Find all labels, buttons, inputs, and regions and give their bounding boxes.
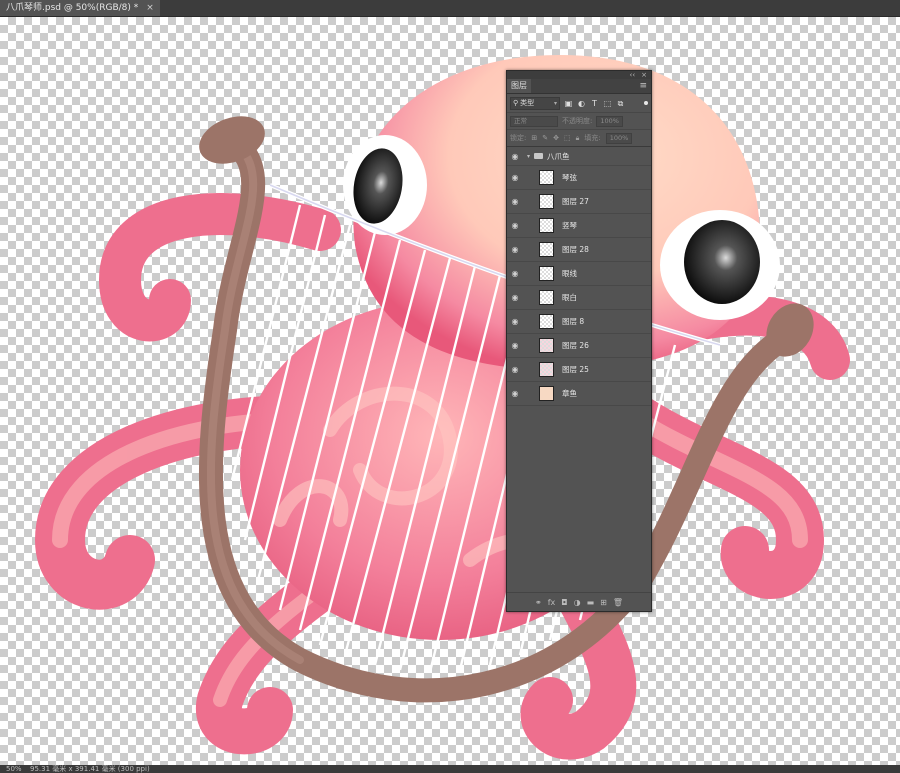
fill-input[interactable]: 100% bbox=[605, 132, 633, 144]
eye-icon[interactable]: ◉ bbox=[507, 293, 523, 302]
layer-group-name: 八爪鱼 bbox=[547, 151, 570, 161]
document-dimensions: 95.31 毫米 x 391.41 毫米 (300 ppi) bbox=[30, 765, 150, 773]
layer-row[interactable]: ◉ 眼线 bbox=[507, 262, 651, 286]
layer-name: 眼白 bbox=[562, 293, 577, 302]
shape-filter-icon[interactable]: ⬚ bbox=[603, 99, 612, 108]
close-icon[interactable]: × bbox=[146, 0, 154, 16]
layer-thumbnail bbox=[539, 362, 554, 377]
lock-position-icon[interactable]: ✥ bbox=[553, 134, 559, 142]
chevron-down-icon: ▾ bbox=[553, 99, 557, 107]
link-icon[interactable]: ⚭ bbox=[535, 598, 542, 607]
smart-object-filter-icon[interactable]: ⧉ bbox=[616, 99, 625, 108]
layer-row[interactable]: ◉ 图层 26 bbox=[507, 334, 651, 358]
document-tab-title: 八爪琴师.psd @ 50%(RGB/8) * bbox=[6, 3, 139, 13]
lock-fill-row: 锁定: ⊞ ✎ ✥ ⬚ 🔒︎ 填充: 100% bbox=[507, 130, 651, 147]
layer-name: 琴弦 bbox=[562, 173, 577, 182]
folder-icon bbox=[534, 153, 544, 159]
opacity-input[interactable]: 100% bbox=[596, 115, 623, 127]
layer-name: 章鱼 bbox=[562, 389, 577, 398]
layer-name: 图层 8 bbox=[562, 317, 585, 326]
layer-row[interactable]: ◉ 图层 28 bbox=[507, 238, 651, 262]
eye-icon[interactable]: ◉ bbox=[507, 197, 523, 206]
layer-name: 图层 26 bbox=[562, 341, 589, 350]
hamburger-menu-icon[interactable]: ≡ bbox=[639, 81, 651, 91]
layer-row[interactable]: ◉ 图层 8 bbox=[507, 310, 651, 334]
panel-title-strip: ‹‹ × bbox=[507, 71, 651, 79]
layer-list: ◉ ▾ 八爪鱼 ◉ 琴弦 ◉ 图层 27 ◉ 竖琴 ◉ 图层 28 ◉ 眼线 ◉… bbox=[507, 147, 651, 406]
layer-name: 图层 28 bbox=[562, 245, 589, 254]
lock-pixels-icon[interactable]: ✎ bbox=[542, 134, 548, 142]
layer-thumbnail bbox=[539, 242, 554, 257]
eye-icon[interactable]: ◉ bbox=[507, 245, 523, 254]
layer-thumbnail bbox=[539, 290, 554, 305]
layer-group-row[interactable]: ◉ ▾ 八爪鱼 bbox=[507, 147, 651, 166]
layer-thumbnail bbox=[539, 194, 554, 209]
lock-transparency-icon[interactable]: ⊞ bbox=[531, 134, 537, 142]
layers-panel[interactable]: ‹‹ × 图层 ≡ ⚲ 类型 ▾ ▣ ◐ T ⬚ ⧉ 正常 不透明度: 100%… bbox=[506, 70, 652, 612]
blend-opacity-row: 正常 不透明度: 100% bbox=[507, 113, 651, 130]
fill-label: 填充: bbox=[584, 134, 601, 142]
layer-name: 图层 27 bbox=[562, 197, 589, 206]
layer-thumbnail bbox=[539, 266, 554, 281]
folder-icon[interactable]: ▬ bbox=[587, 598, 595, 607]
layer-thumbnail bbox=[539, 386, 554, 401]
tab-layers[interactable]: 图层 bbox=[507, 79, 531, 93]
adjustment-icon[interactable]: ◑ bbox=[574, 598, 581, 607]
fx-icon[interactable]: fx bbox=[548, 598, 556, 607]
zoom-level[interactable]: 50% bbox=[6, 765, 22, 773]
layer-filter-row: ⚲ 类型 ▾ ▣ ◐ T ⬚ ⧉ bbox=[507, 94, 651, 113]
layer-row[interactable]: ◉ 琴弦 bbox=[507, 166, 651, 190]
eye-icon[interactable]: ◉ bbox=[507, 389, 523, 398]
opacity-label: 不透明度: bbox=[562, 117, 593, 125]
layer-name: 眼线 bbox=[562, 269, 577, 278]
adjustment-filter-icon[interactable]: ◐ bbox=[577, 99, 586, 108]
status-bar: 50% 95.31 毫米 x 391.41 毫米 (300 ppi) bbox=[0, 765, 900, 773]
layer-row[interactable]: ◉ 图层 25 bbox=[507, 358, 651, 382]
panel-header: 图层 ≡ bbox=[507, 79, 651, 94]
layer-row[interactable]: ◉ 章鱼 bbox=[507, 382, 651, 406]
layer-thumbnail bbox=[539, 314, 554, 329]
document-tab[interactable]: 八爪琴师.psd @ 50%(RGB/8) * × bbox=[0, 0, 160, 16]
eye-icon[interactable]: ◉ bbox=[507, 173, 523, 182]
lock-label: 锁定: bbox=[510, 134, 527, 142]
artwork-octopus-harp bbox=[34, 55, 850, 760]
chevron-down-icon[interactable]: ▾ bbox=[527, 153, 530, 160]
layer-name: 图层 25 bbox=[562, 365, 589, 374]
layer-row[interactable]: ◉ 图层 27 bbox=[507, 190, 651, 214]
lock-all-icon[interactable]: 🔒︎ bbox=[576, 134, 580, 143]
type-filter-icon[interactable]: T bbox=[590, 99, 599, 108]
layer-row[interactable]: ◉ 竖琴 bbox=[507, 214, 651, 238]
layer-name: 竖琴 bbox=[562, 221, 577, 230]
mask-icon[interactable]: ◘ bbox=[561, 598, 567, 607]
layers-panel-footer: ⚭ fx ◘ ◑ ▬ ⊞ 🗑︎ bbox=[507, 592, 651, 611]
document-tab-bar: 八爪琴师.psd @ 50%(RGB/8) * × bbox=[0, 0, 900, 17]
eye-icon[interactable]: ◉ bbox=[507, 365, 523, 374]
lock-artboard-icon[interactable]: ⬚ bbox=[564, 134, 571, 142]
layer-thumbnail bbox=[539, 218, 554, 233]
layer-row[interactable]: ◉ 眼白 bbox=[507, 286, 651, 310]
close-panel-icon[interactable]: × bbox=[641, 71, 647, 79]
layer-thumbnail bbox=[539, 170, 554, 185]
filter-kind-select[interactable]: ⚲ 类型 ▾ bbox=[510, 96, 560, 110]
filter-toggle-icon[interactable] bbox=[644, 101, 648, 105]
document-canvas[interactable] bbox=[0, 17, 900, 765]
trash-icon[interactable]: 🗑︎ bbox=[613, 598, 623, 607]
eye-icon[interactable]: ◉ bbox=[507, 269, 523, 278]
pixel-filter-icon[interactable]: ▣ bbox=[564, 99, 573, 108]
collapse-panel-icon[interactable]: ‹‹ bbox=[630, 71, 636, 79]
blend-mode-select[interactable]: 正常 bbox=[510, 115, 558, 127]
new-layer-icon[interactable]: ⊞ bbox=[600, 598, 607, 607]
eye-icon[interactable]: ◉ bbox=[507, 221, 523, 230]
layer-thumbnail bbox=[539, 338, 554, 353]
eye-icon[interactable]: ◉ bbox=[507, 317, 523, 326]
eye-icon[interactable]: ◉ bbox=[507, 152, 523, 161]
search-icon: ⚲ bbox=[513, 99, 519, 107]
eye-icon[interactable]: ◉ bbox=[507, 341, 523, 350]
filter-kind-value: 类型 bbox=[520, 99, 535, 107]
